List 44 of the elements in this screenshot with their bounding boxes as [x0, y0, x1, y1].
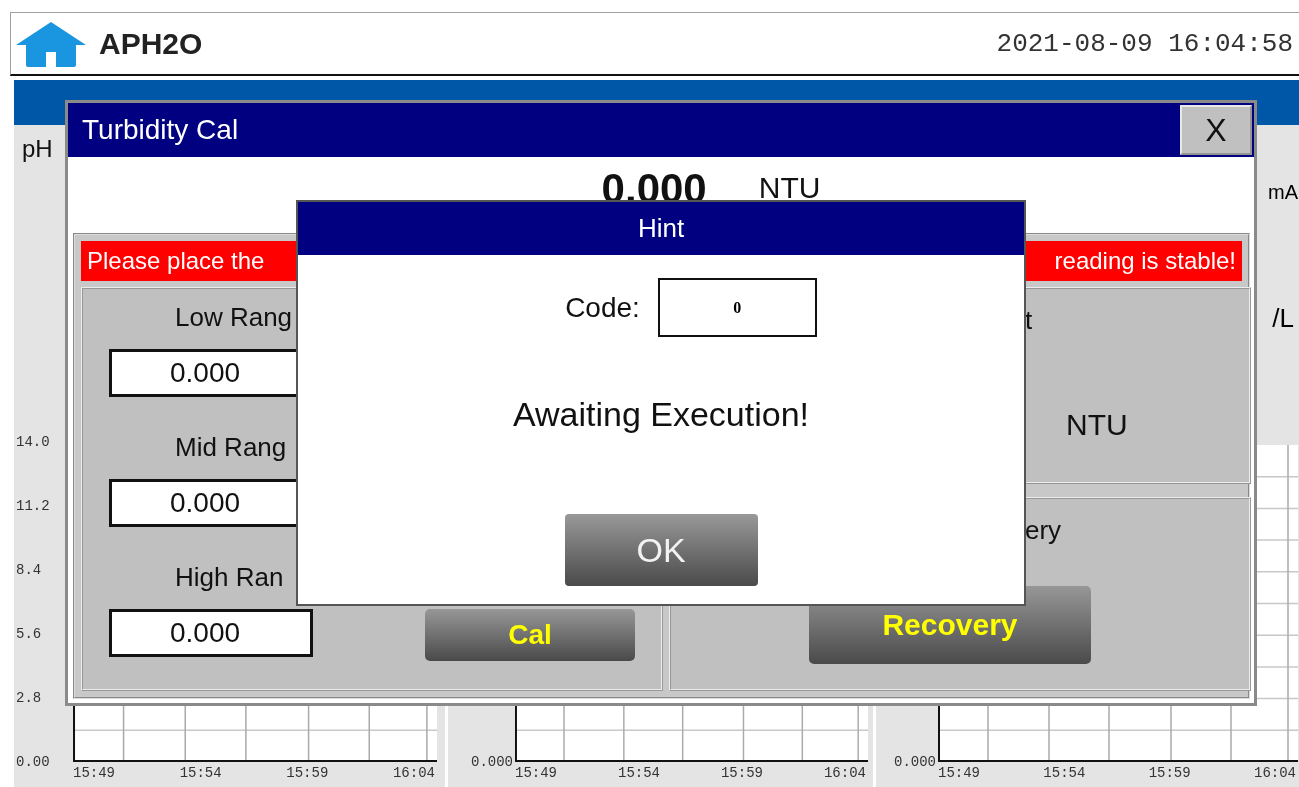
ok-button[interactable]: OK: [564, 514, 758, 586]
axis-tick-label: 15:54: [179, 764, 222, 783]
axis-tick-label: 15:54: [618, 764, 660, 783]
axis-tick-label: 14.0: [15, 434, 51, 450]
axis-tick-label: 16:04: [392, 764, 435, 783]
axis-tick-label: 5.6: [15, 626, 43, 642]
axis-tick-label: 15:49: [73, 764, 115, 783]
code-label: Code:: [565, 291, 640, 324]
range-value-field[interactable]: 0.000: [109, 609, 313, 657]
axis-tick-label: 15:59: [286, 764, 329, 783]
panel-label: ery: [1025, 515, 1062, 546]
axis-tick-label: 0.000: [893, 754, 937, 770]
hint-message: Awaiting Execution!: [512, 395, 810, 434]
axis-tick-label: 15:49: [515, 764, 557, 783]
panel-label: t: [1025, 305, 1033, 336]
axis-tick-label: 15:49: [938, 764, 980, 783]
axis-tick-label: 0.000: [470, 754, 514, 770]
axis-tick-label: 11.2: [15, 498, 51, 514]
axis-tick-label: 16:04: [823, 764, 866, 783]
range-label: Low Rang: [175, 301, 293, 333]
axis-tick-label: 15:54: [1043, 764, 1086, 783]
axis-tick-label: 2.8: [15, 690, 43, 706]
dialog-title: Hint: [637, 213, 685, 244]
close-button[interactable]: X: [1180, 105, 1252, 155]
axis-tick-label: 0.00: [15, 754, 51, 770]
axis-tick-label: 8.4: [15, 562, 43, 578]
unit-label: /L: [1272, 303, 1295, 334]
app-title: APH2O: [99, 26, 203, 61]
warning-text: reading is stable!: [1054, 247, 1236, 275]
reading-unit: NTU: [1066, 408, 1128, 442]
axis-tick-label: 15:59: [720, 764, 763, 783]
axis-tick-label: 15:59: [1148, 764, 1191, 783]
panel-label: pH: [21, 134, 53, 163]
warning-text: Please place the: [87, 247, 265, 275]
range-label: Mid Rang: [175, 431, 287, 463]
range-label: High Ran: [175, 561, 284, 593]
home-icon[interactable]: [15, 20, 87, 67]
code-field: 0: [657, 278, 817, 337]
unit-label: mA: [1268, 180, 1299, 204]
reading-unit: NTU: [758, 170, 821, 205]
axis-tick-label: 16:04: [1254, 764, 1296, 783]
date-time: 2021-08-09 16:04:58: [996, 28, 1293, 59]
dialog-title: Turbidity Cal: [82, 114, 239, 146]
cal-button[interactable]: Cal: [425, 609, 635, 661]
